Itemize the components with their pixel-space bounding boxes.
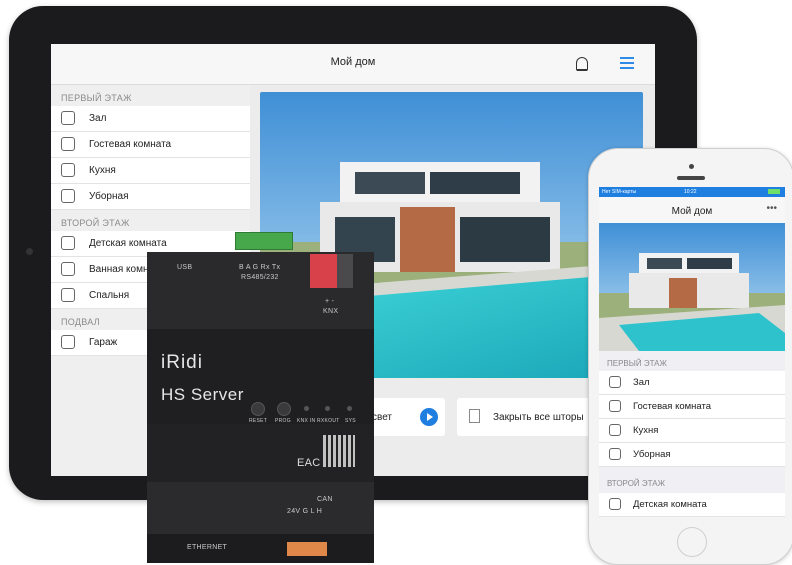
phone-device: Нет SIM-карты 10:22 Мой дом ••• ПЕРВЫЙ Э… xyxy=(588,148,792,565)
kitchen-icon xyxy=(609,424,621,436)
clock: 10:22 xyxy=(684,189,697,195)
sidebar-item-label: Детская комната xyxy=(89,238,167,249)
knx-pins-label: + - xyxy=(325,298,335,305)
battery-icon xyxy=(768,189,780,194)
qr-code xyxy=(323,435,355,467)
section-header: ВТОРОЙ ЭТАЖ xyxy=(61,218,130,228)
ethernet-label: ETHERNET xyxy=(187,544,228,551)
eac-mark: EAC xyxy=(297,457,321,469)
bed-icon xyxy=(61,137,75,151)
led-indicator xyxy=(325,406,330,411)
page-title: Мой дом xyxy=(330,56,376,68)
device-base xyxy=(147,534,374,563)
kids-room-icon xyxy=(61,236,75,250)
list-item-label: Гостевая комната xyxy=(633,401,712,412)
bed-icon xyxy=(61,288,75,302)
home-button[interactable] xyxy=(677,527,707,557)
sidebar-item-label: Зал xyxy=(89,113,107,124)
bell-icon[interactable] xyxy=(576,57,588,71)
room-icon xyxy=(609,376,621,388)
list-item-hall[interactable]: Зал xyxy=(599,371,785,395)
led-indicator xyxy=(347,406,352,411)
kitchen-icon xyxy=(61,163,75,177)
sidebar-item-label: Спальня xyxy=(89,290,130,301)
section-header: ПЕРВЫЙ ЭТАЖ xyxy=(61,93,132,103)
room-icon xyxy=(61,111,75,125)
sidebar-item-label: Уборная xyxy=(89,191,129,202)
bed-icon xyxy=(609,400,621,412)
list-item-label: Уборная xyxy=(633,449,671,460)
terminal-block-red xyxy=(310,254,338,288)
hs-server-device: USB B A G Rx Tx RS485/232 + - KNX iRidi … xyxy=(147,232,374,563)
sidebar-item-hall[interactable]: Зал xyxy=(51,106,250,132)
list-item-label: Кухня xyxy=(633,425,659,436)
sidebar-item-label: Ванная комн xyxy=(89,264,149,275)
bus-label: RS485/232 xyxy=(241,274,279,281)
carrier-text: Нет SIM-карты xyxy=(602,189,637,195)
sidebar-item-label: Кухня xyxy=(89,165,116,176)
sidebar-item-label: Гостевая комната xyxy=(89,139,172,150)
sidebar-item-kitchen[interactable]: Кухня xyxy=(51,158,250,184)
brand-logo: iRidi xyxy=(161,352,203,373)
model-label: HS Server xyxy=(161,385,244,404)
list-item-guest-room[interactable]: Гостевая комната xyxy=(599,395,785,419)
phone-camera xyxy=(689,164,694,169)
tablet-camera xyxy=(26,248,33,255)
restroom-icon xyxy=(609,448,621,460)
knx-label: KNX xyxy=(323,308,339,315)
blinds-icon xyxy=(469,409,480,423)
more-icon[interactable]: ••• xyxy=(766,203,777,214)
section-header: ПЕРВЫЙ ЭТАЖ xyxy=(607,359,667,368)
bath-icon xyxy=(61,262,75,276)
terminal-block-green xyxy=(235,232,293,250)
power-pins-label: 24V G L H xyxy=(287,508,323,515)
list-item-restroom[interactable]: Уборная xyxy=(599,443,785,467)
phone-speaker xyxy=(677,176,705,180)
led-indicator xyxy=(304,406,309,411)
list-item-kitchen[interactable]: Кухня xyxy=(599,419,785,443)
can-label: CAN xyxy=(317,496,333,503)
bus-pins-label: B A G Rx Tx xyxy=(239,264,281,271)
prog-button[interactable] xyxy=(277,402,291,416)
usb-label: USB xyxy=(177,264,193,271)
sidebar-item-restroom[interactable]: Уборная xyxy=(51,184,250,210)
list-item-label: Зал xyxy=(633,377,650,388)
scene-label: Закрыть все шторы xyxy=(493,412,584,423)
menu-list-icon[interactable] xyxy=(620,57,634,69)
terminal-block-gray xyxy=(337,254,353,288)
play-icon[interactable] xyxy=(420,408,438,426)
section-header: ВТОРОЙ ЭТАЖ xyxy=(607,479,665,488)
ethernet-port xyxy=(287,542,327,556)
reset-button[interactable] xyxy=(251,402,265,416)
restroom-icon xyxy=(61,189,75,203)
list-item-label: Детская комната xyxy=(633,499,707,510)
page-title: Мой дом xyxy=(671,206,713,217)
sidebar-item-guest-room[interactable]: Гостевая комната xyxy=(51,132,250,158)
list-item-kids-room[interactable]: Детская комната xyxy=(599,493,785,517)
status-bar: Нет SIM-карты 10:22 xyxy=(599,187,785,197)
phone-nav-bar: Мой дом ••• xyxy=(599,197,785,225)
phone-screen: Нет SIM-карты 10:22 Мой дом ••• ПЕРВЫЙ Э… xyxy=(599,187,785,517)
car-icon xyxy=(61,335,75,349)
tablet-top-bar: Мой дом xyxy=(51,44,655,85)
kids-room-icon xyxy=(609,498,621,510)
scene-label: свет xyxy=(372,412,393,423)
sidebar-item-label: Гараж xyxy=(89,337,118,348)
device-foot-panel xyxy=(147,482,374,534)
house-photo xyxy=(599,223,785,351)
